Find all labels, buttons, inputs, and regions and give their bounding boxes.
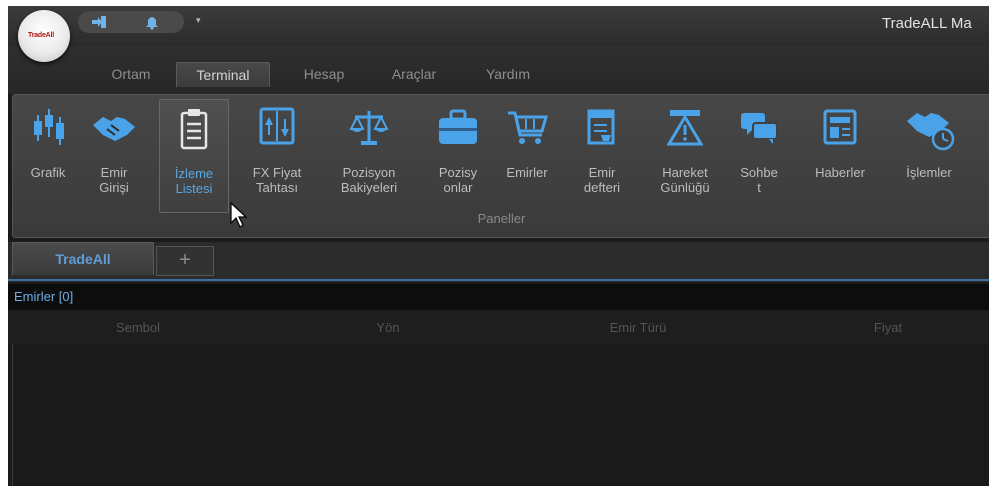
- emirler-button[interactable]: Emirler: [497, 99, 557, 211]
- haberler-label: Haberler: [815, 165, 865, 180]
- tab-ortam[interactable]: Ortam: [90, 62, 172, 86]
- tab-tradeall[interactable]: TradeAll: [12, 242, 154, 275]
- clipboard-list-icon: [180, 109, 208, 150]
- column-header-emir-turu[interactable]: Emir Türü: [578, 320, 698, 335]
- shopping-cart-icon: [508, 111, 548, 144]
- emir-defteri-button[interactable]: Emir defteri: [571, 99, 633, 211]
- orders-panel-title: Emirler [0]: [14, 289, 74, 304]
- ribbon-panel: Grafik Emir Girişi İzleme Listesi FX Fiy…: [12, 94, 989, 238]
- emir-girisi-button[interactable]: Emir Girişi: [83, 99, 145, 211]
- mouse-cursor-icon: [230, 202, 248, 228]
- bell-icon[interactable]: [142, 14, 162, 30]
- column-header-fiyat[interactable]: Fiyat: [848, 320, 928, 335]
- orders-table-header: Sembol Yön Emir Türü Fiyat: [8, 310, 989, 344]
- app-logo-button[interactable]: TradeAll: [18, 10, 70, 62]
- quick-access-toolbar: [78, 11, 184, 33]
- fx-fiyat-tahtasi-label: FX Fiyat Tahtası: [252, 165, 302, 195]
- briefcase-icon: [439, 109, 477, 144]
- pozisyonlar-button[interactable]: Pozisy onlar: [427, 99, 489, 211]
- login-icon[interactable]: [90, 14, 110, 30]
- order-book-icon: [587, 109, 615, 145]
- grafik-label: Grafik: [30, 165, 66, 180]
- tab-yardim[interactable]: Yardım: [468, 62, 548, 86]
- add-tab-button[interactable]: +: [156, 246, 214, 276]
- menu-bar: Ortam Terminal Hesap Araçlar Yardım: [8, 46, 989, 94]
- warning-log-icon: [667, 110, 703, 146]
- tab-underline: [8, 279, 989, 281]
- column-header-sembol[interactable]: Sembol: [88, 320, 188, 335]
- pozisyon-bakiyeleri-button[interactable]: Pozisyon Bakiyeleri: [325, 99, 413, 211]
- hareket-gunlugu-label: Hareket Günlüğü: [660, 165, 710, 195]
- newspaper-icon: [823, 109, 857, 145]
- grafik-button[interactable]: Grafik: [19, 99, 77, 211]
- handshake-clock-icon: [907, 113, 955, 151]
- izleme-listesi-label: İzleme Listesi: [174, 166, 214, 196]
- price-board-icon: [259, 107, 295, 145]
- window-title: TradeALL Ma: [882, 15, 972, 32]
- candlestick-chart-icon: [34, 109, 64, 145]
- emir-girisi-label: Emir Girişi: [99, 165, 129, 195]
- haberler-button[interactable]: Haberler: [801, 99, 879, 211]
- hareket-gunlugu-button[interactable]: Hareket Günlüğü: [647, 99, 723, 211]
- scales-icon: [349, 111, 389, 145]
- orders-table-body[interactable]: [12, 344, 989, 486]
- app-window: ▾ TradeALL Ma TradeAll Ortam Terminal He…: [8, 6, 989, 486]
- pozisyon-bakiyeleri-label: Pozisyon Bakiyeleri: [340, 165, 398, 195]
- islemler-label: İşlemler: [906, 165, 952, 180]
- chat-bubbles-icon: [741, 113, 778, 144]
- sohbet-button[interactable]: Sohbe t: [731, 99, 787, 211]
- tab-hesap[interactable]: Hesap: [288, 62, 360, 86]
- ribbon-group-label: Paneller: [477, 211, 526, 226]
- tab-araclar[interactable]: Araçlar: [374, 62, 454, 86]
- izleme-listesi-button[interactable]: İzleme Listesi: [159, 99, 229, 213]
- title-bar: ▾ TradeALL Ma: [8, 6, 989, 46]
- islemler-button[interactable]: İşlemler: [891, 99, 967, 211]
- orders-panel-header: Emirler [0]: [8, 284, 989, 310]
- column-header-yon[interactable]: Yön: [348, 320, 428, 335]
- pozisyonlar-label: Pozisy onlar: [438, 165, 478, 195]
- emir-defteri-label: Emir defteri: [583, 165, 621, 195]
- document-tabs: TradeAll +: [8, 242, 989, 282]
- logo-text: TradeAll: [28, 32, 55, 39]
- customize-toolbar-chevron-icon[interactable]: ▾: [196, 15, 201, 26]
- fx-fiyat-tahtasi-button[interactable]: FX Fiyat Tahtası: [239, 99, 315, 211]
- sohbet-label: Sohbe t: [740, 165, 778, 195]
- handshake-icon: [93, 117, 135, 141]
- emirler-label: Emirler: [506, 165, 548, 180]
- tab-terminal[interactable]: Terminal: [176, 62, 270, 87]
